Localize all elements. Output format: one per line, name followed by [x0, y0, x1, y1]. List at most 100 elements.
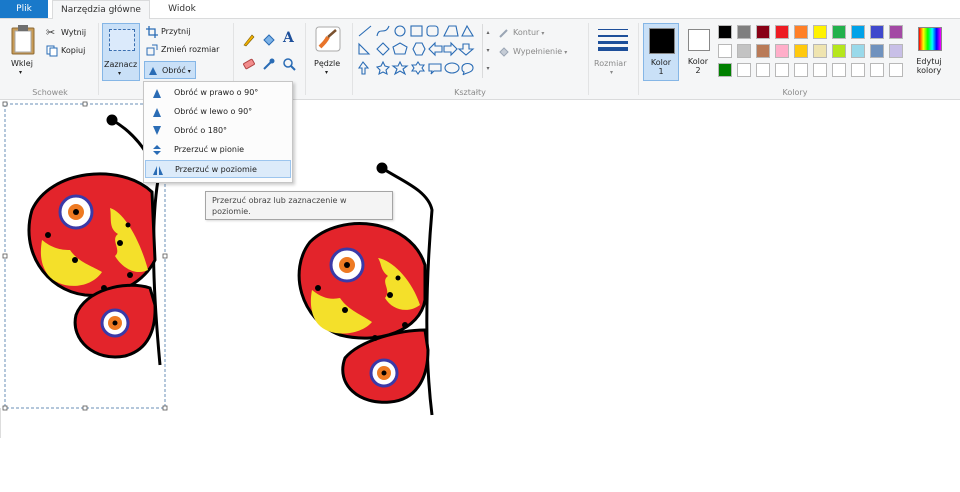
color-swatch[interactable]: [832, 44, 846, 58]
color-swatch[interactable]: [870, 25, 884, 39]
fill-button[interactable]: Wypełnienie ▾: [498, 44, 567, 60]
clipboard-icon: [11, 25, 35, 55]
chevron-down-icon: ▾: [541, 30, 545, 37]
color-palette: [718, 25, 912, 79]
color-picker-icon[interactable]: [262, 57, 276, 71]
edit-colors-label: Edytuj kolory: [916, 57, 942, 75]
menu-item-rotate-left-90[interactable]: Obróć w lewo o 90°: [145, 103, 291, 121]
color2-swatch: [688, 29, 710, 51]
paste-button[interactable]: Wklej ▾: [6, 23, 40, 79]
chevron-down-icon: ▾: [610, 69, 614, 76]
color-swatch[interactable]: [889, 63, 903, 77]
rotate-right-icon: [153, 89, 161, 98]
color2-label: Kolor 2: [687, 57, 709, 75]
chevron-down-icon: ▾: [19, 69, 23, 76]
brush-icon: [315, 26, 341, 52]
resize-button[interactable]: Zmień rozmiar: [146, 42, 219, 58]
crop-button[interactable]: Przytnij: [146, 24, 191, 40]
size-label: Rozmiar: [594, 59, 627, 68]
separator: [638, 23, 639, 95]
color-swatch[interactable]: [813, 63, 827, 77]
shapes-gallery[interactable]: [357, 24, 485, 78]
color-swatch[interactable]: [718, 44, 732, 58]
magnifier-icon[interactable]: [282, 57, 296, 71]
fill-bucket-icon[interactable]: [262, 33, 276, 47]
color-swatch[interactable]: [889, 44, 903, 58]
copy-button[interactable]: Kopiuj: [46, 43, 85, 59]
gallery-scroll[interactable]: ▴ ▾ ▾: [482, 24, 493, 78]
menu-item-rotate-right-90[interactable]: Obróć w prawo o 90°: [145, 84, 291, 102]
color-swatch[interactable]: [851, 25, 865, 39]
color-swatch[interactable]: [870, 63, 884, 77]
color-swatch[interactable]: [794, 44, 808, 58]
clipboard-group-label: Schowek: [32, 88, 68, 97]
separator: [352, 23, 353, 95]
color-swatch[interactable]: [756, 63, 770, 77]
color-swatch[interactable]: [737, 25, 751, 39]
color-swatch[interactable]: [870, 44, 884, 58]
select-label: Zaznacz: [104, 60, 138, 69]
tooltip: Przerzuć obraz lub zaznaczenie w poziomi…: [205, 191, 393, 220]
edit-colors-button[interactable]: Edytuj kolory: [912, 23, 946, 81]
color-swatch[interactable]: [889, 25, 903, 39]
tab-file[interactable]: Plik: [0, 0, 48, 18]
flip-vertical-icon: [153, 145, 161, 155]
color-swatch[interactable]: [832, 63, 846, 77]
color-swatch[interactable]: [851, 44, 865, 58]
color-wheel-icon: [918, 27, 942, 51]
rotate-icon: [149, 66, 157, 75]
paste-label: Wklej: [11, 59, 33, 68]
pencil-icon[interactable]: [242, 33, 256, 47]
shapes-group-label: Kształty: [454, 88, 486, 97]
text-tool-icon[interactable]: A: [283, 30, 294, 46]
color-swatch[interactable]: [775, 44, 789, 58]
ribbon-tabs: Plik Narzędzia główne Widok: [0, 0, 960, 19]
color-swatch[interactable]: [813, 44, 827, 58]
separator: [588, 23, 589, 95]
crop-icon: [146, 25, 158, 38]
cut-button[interactable]: ✂ Wytnij: [46, 25, 86, 41]
size-button[interactable]: Rozmiar ▾: [592, 23, 634, 81]
menu-item-rotate-180[interactable]: Obróć o 180°: [145, 122, 291, 140]
rotate-left-icon: [153, 108, 161, 117]
copy-icon: [46, 45, 58, 56]
tab-home[interactable]: Narzędzia główne: [52, 0, 150, 19]
color-swatch[interactable]: [813, 25, 827, 39]
color-swatch[interactable]: [756, 44, 770, 58]
color-swatch[interactable]: [756, 25, 770, 39]
brushes-label: Pędzle: [314, 59, 341, 68]
menu-item-flip-horizontal[interactable]: Przerzuć w poziomie: [145, 160, 291, 178]
color1-label: Kolor 1: [650, 58, 672, 76]
color-swatch[interactable]: [775, 25, 789, 39]
color-swatch[interactable]: [832, 25, 846, 39]
select-button[interactable]: Zaznacz ▾: [102, 23, 140, 81]
color-swatch[interactable]: [737, 44, 751, 58]
flip-horizontal-icon: [153, 166, 163, 175]
color1-button[interactable]: Kolor 1: [643, 23, 679, 81]
color-swatch[interactable]: [737, 63, 751, 77]
color-swatch[interactable]: [794, 25, 808, 39]
outline-icon: [499, 28, 508, 38]
scissors-icon: ✂: [46, 25, 56, 39]
separator: [98, 23, 99, 95]
color-swatch[interactable]: [718, 25, 732, 39]
line-width-icon: [598, 29, 628, 51]
menu-item-flip-vertical[interactable]: Przerzuć w pionie: [145, 141, 291, 159]
color-swatch[interactable]: [775, 63, 789, 77]
brushes-button[interactable]: Pędzle ▾: [310, 23, 346, 81]
rotate-180-icon: [153, 126, 161, 135]
outline-button[interactable]: Kontur ▾: [498, 25, 544, 41]
color2-button[interactable]: Kolor 2: [682, 23, 716, 81]
rotate-button[interactable]: Obróć ▾: [144, 61, 196, 79]
tab-view[interactable]: Widok: [152, 0, 212, 18]
chevron-down-icon: ▾: [118, 70, 122, 77]
fill-icon: [499, 46, 509, 57]
color-swatch[interactable]: [794, 63, 808, 77]
color1-swatch: [649, 28, 675, 54]
color-swatch[interactable]: [718, 63, 732, 77]
separator: [305, 23, 306, 95]
color-swatch[interactable]: [851, 63, 865, 77]
colors-group-label: Kolory: [782, 88, 808, 97]
chevron-down-icon: ▾: [187, 68, 191, 75]
eraser-icon[interactable]: [242, 57, 256, 71]
